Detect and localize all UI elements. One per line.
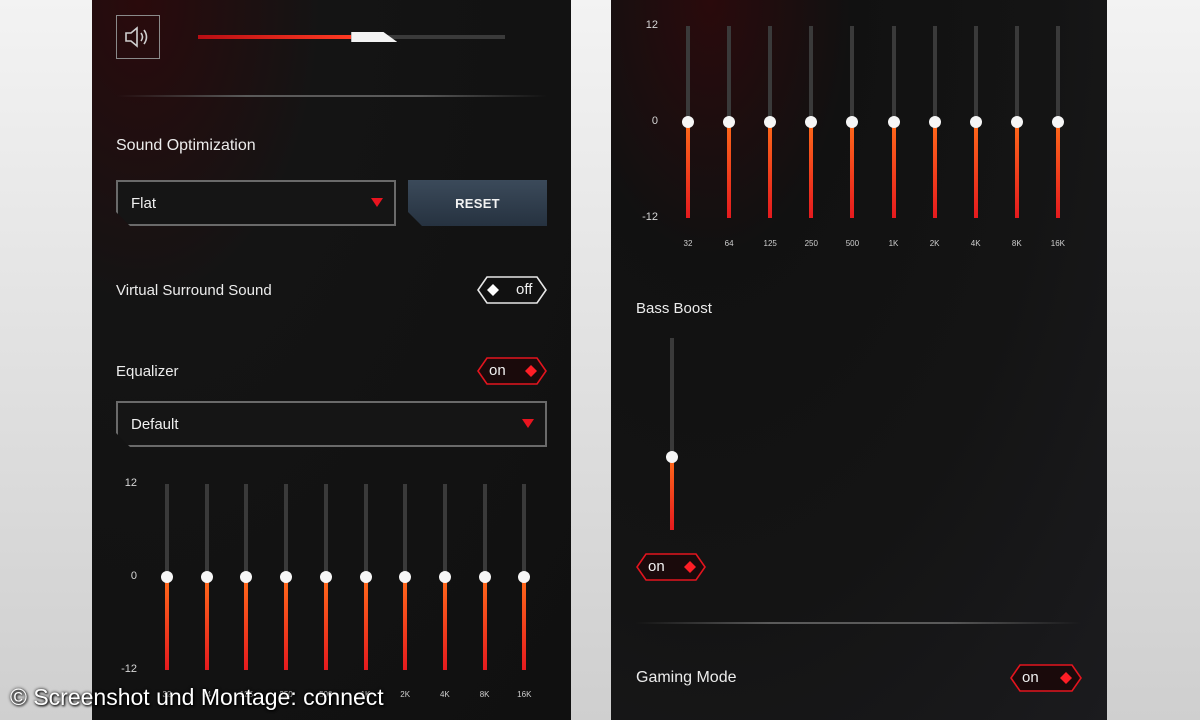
eq-band-slider-thumb[interactable] bbox=[723, 116, 736, 128]
eq-band-slider-fill bbox=[442, 577, 447, 670]
eq-band-label: 4K bbox=[970, 239, 981, 248]
bass-boost-state: on bbox=[648, 558, 665, 575]
eq-band-label: 2K bbox=[400, 690, 411, 699]
eq-band-slider-thumb[interactable] bbox=[764, 116, 777, 128]
bass-boost-slider-thumb[interactable] bbox=[666, 451, 678, 464]
eq-band-slider-thumb[interactable] bbox=[399, 571, 412, 583]
eq-band-slider-thumb[interactable] bbox=[1010, 116, 1023, 128]
bass-boost-slider[interactable] bbox=[666, 338, 678, 530]
eq-band-slider-thumb[interactable] bbox=[887, 116, 900, 128]
eq-band-slider-thumb[interactable] bbox=[846, 116, 859, 128]
eq-band-slider-fill bbox=[323, 577, 328, 670]
eq-band-slider-thumb[interactable] bbox=[240, 571, 253, 583]
eq-band-slider-fill bbox=[204, 577, 209, 670]
eq-band-slider-fill bbox=[482, 577, 487, 670]
eq-band-slider-thumb[interactable] bbox=[438, 571, 451, 583]
eq-band-label: 250 bbox=[804, 239, 818, 248]
audio-settings-panel-right: 12 0 -12 32 64 125 250 500 1K 2K 4K 8K 16K Bass Boos… bbox=[611, 0, 1107, 720]
eq-scale-label: -12 bbox=[642, 211, 658, 223]
equalizer-graph: 12 0 -12 32 64 125 250 500 1K 2K 4K 8K 16K bbox=[611, 0, 1107, 300]
gaming-mode-state: on bbox=[1022, 669, 1039, 686]
eq-band-label: 32 bbox=[683, 239, 693, 248]
eq-band-slider-thumb[interactable] bbox=[682, 116, 694, 128]
eq-band-label: 125 bbox=[763, 239, 777, 248]
equalizer-graph: 12 0 -12 32 64 125 250 500 1K 2K 4K 8K 16K bbox=[92, 0, 571, 720]
eq-band-label: 500 bbox=[845, 239, 860, 248]
eq-band-slider-thumb[interactable] bbox=[928, 116, 941, 128]
eq-band-label: 4K bbox=[439, 690, 450, 699]
eq-band-label: 8K bbox=[479, 690, 490, 699]
eq-scale-label: 0 bbox=[130, 570, 137, 582]
eq-band-slider-fill bbox=[932, 122, 937, 218]
bass-boost-slider-fill bbox=[670, 457, 674, 530]
watermark-caption: © Screenshot und Montage: connect bbox=[10, 684, 384, 710]
eq-band-slider-fill bbox=[768, 122, 773, 218]
eq-band-slider-fill bbox=[686, 122, 690, 218]
eq-band-slider-fill bbox=[284, 577, 289, 670]
eq-band-slider-fill bbox=[1014, 122, 1019, 218]
eq-band-slider-fill bbox=[973, 122, 978, 218]
eq-band-slider-thumb[interactable] bbox=[161, 571, 173, 583]
eq-band-slider-fill bbox=[1055, 122, 1060, 218]
eq-band-label: 2K bbox=[929, 239, 940, 248]
eq-band-label: 16K bbox=[1050, 239, 1065, 248]
gaming-mode-label: Gaming Mode bbox=[636, 669, 737, 686]
eq-band-slider-fill bbox=[522, 577, 527, 670]
eq-scale-label: 0 bbox=[651, 115, 658, 127]
audio-settings-panel-left: Sound Optimization Flat RESET Virtual Su… bbox=[92, 0, 571, 720]
eq-band-label: 1K bbox=[888, 239, 899, 248]
eq-band-slider-thumb[interactable] bbox=[805, 116, 818, 128]
eq-band-slider-thumb[interactable] bbox=[969, 116, 982, 128]
gaming-mode-toggle[interactable]: on bbox=[1010, 664, 1082, 692]
eq-scale-label: -12 bbox=[121, 663, 137, 675]
eq-band-slider-thumb[interactable] bbox=[1051, 116, 1064, 128]
eq-band-slider-thumb[interactable] bbox=[280, 571, 293, 583]
eq-band-slider-fill bbox=[727, 122, 732, 218]
eq-band-label: 16K bbox=[517, 690, 532, 699]
eq-scale-label: 12 bbox=[124, 477, 137, 489]
eq-band-slider-fill bbox=[891, 122, 896, 218]
eq-band-slider-thumb[interactable] bbox=[200, 571, 213, 583]
eq-scale-label: 12 bbox=[645, 19, 658, 31]
eq-band-slider-fill bbox=[850, 122, 855, 218]
eq-band-slider-fill bbox=[244, 577, 249, 670]
eq-band-slider-thumb[interactable] bbox=[478, 571, 491, 583]
eq-band-slider-thumb[interactable] bbox=[518, 571, 531, 583]
eq-band-slider-thumb[interactable] bbox=[359, 571, 372, 583]
eq-band-slider-thumb[interactable] bbox=[319, 571, 332, 583]
eq-band-slider-fill bbox=[809, 122, 814, 218]
eq-band-label: 64 bbox=[724, 239, 734, 248]
eq-band-label: 8K bbox=[1011, 239, 1022, 248]
eq-band-slider-fill bbox=[363, 577, 368, 670]
bass-boost-toggle[interactable]: on bbox=[636, 553, 706, 581]
eq-band-slider-fill bbox=[403, 577, 408, 670]
section-divider bbox=[636, 622, 1081, 624]
eq-band-slider-fill bbox=[165, 577, 169, 670]
bass-boost-label: Bass Boost bbox=[636, 300, 712, 317]
